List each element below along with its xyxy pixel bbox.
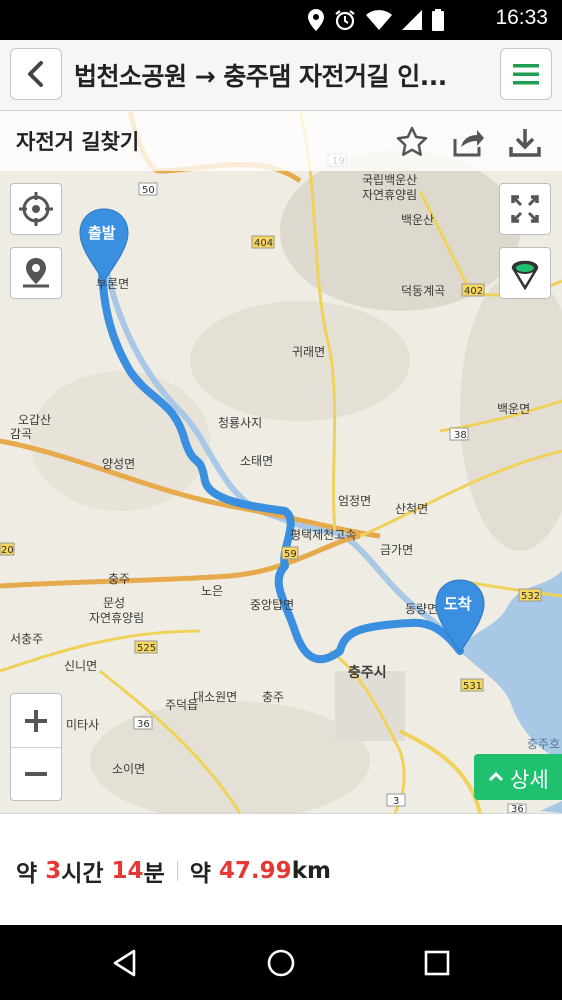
map-label: 문성: [103, 596, 125, 610]
fullscreen-icon: [511, 195, 539, 223]
minutes-unit: 분: [143, 861, 165, 887]
distance-value: 47.99: [218, 858, 292, 884]
chevron-up-icon: [488, 771, 504, 782]
recents-nav-icon[interactable]: [422, 948, 452, 978]
duration-minutes: 14: [111, 858, 144, 884]
map-label: 소이면: [112, 762, 145, 776]
map-label: 충주호: [527, 737, 560, 751]
svg-text:20: 20: [1, 545, 14, 556]
divider: [176, 861, 178, 881]
route-summary: 약 3 시간 14 분 약 47.99 km: [0, 813, 562, 926]
map-label: 오갑산: [18, 413, 51, 427]
duration-prefix: 약: [16, 861, 38, 887]
map-label: 충주: [108, 572, 130, 586]
map-label: 미타사: [66, 718, 99, 732]
map-label: 양성면: [102, 457, 135, 471]
map-label: 감곡: [10, 427, 32, 441]
route-label: 자전거 길찾기: [16, 130, 140, 154]
pin-icon: [23, 258, 49, 288]
map-label: 대소원면: [193, 690, 237, 704]
distance-prefix: 약: [189, 861, 211, 887]
zoom-control: [10, 693, 62, 801]
map-label: 주덕읍: [165, 698, 198, 712]
map-label: 노은: [201, 584, 223, 598]
map-label: 국립백운산: [362, 173, 417, 187]
battery-icon: [432, 9, 444, 31]
hours-unit: 시간: [61, 861, 104, 887]
map-label: 덕동계곡: [401, 284, 445, 298]
svg-text:402: 402: [464, 286, 483, 297]
signal-icon: [402, 10, 422, 30]
map-label: 동량면: [405, 602, 438, 616]
duration-hours: 3: [45, 858, 62, 884]
svg-text:38: 38: [454, 430, 467, 441]
back-nav-icon[interactable]: [110, 948, 140, 978]
menu-button[interactable]: [500, 48, 552, 100]
svg-text:531: 531: [463, 681, 482, 692]
alarm-icon: [335, 10, 355, 31]
page-title: 법천소공원 → 충주댐 자전거길 인...: [74, 62, 447, 91]
back-icon: [28, 61, 43, 87]
locate-button[interactable]: [10, 183, 62, 235]
svg-text:404: 404: [254, 238, 273, 249]
zoom-out-button[interactable]: [11, 748, 61, 801]
status-icons: [308, 8, 444, 32]
title-bar: 법천소공원 → 충주댐 자전거길 인...: [0, 40, 562, 111]
map-label: 자연휴양림: [362, 188, 417, 202]
marker-toggle-button[interactable]: [499, 247, 551, 299]
map-canvas[interactable]: 50 404 19 402 38 532 531 525 36 3 36 20 …: [0, 111, 562, 813]
pin-button[interactable]: [10, 247, 62, 299]
svg-text:525: 525: [137, 643, 156, 654]
download-icon[interactable]: [508, 125, 542, 159]
map-label: 엄정면: [338, 494, 371, 508]
home-nav-icon[interactable]: [266, 948, 296, 978]
svg-text:3: 3: [393, 796, 399, 807]
map-view[interactable]: 50 404 19 402 38 532 531 525 36 3 36 20 …: [0, 111, 562, 813]
detail-button[interactable]: 상세: [474, 754, 562, 800]
marker-icon: [511, 260, 539, 291]
map-label: 충주: [262, 690, 284, 704]
map-label: 신니면: [64, 659, 97, 673]
share-icon[interactable]: [451, 125, 485, 159]
menu-icon: [513, 64, 539, 85]
map-label: 청룡사지: [218, 416, 262, 430]
plus-icon: [25, 710, 47, 732]
map-label: 서충주: [10, 632, 43, 646]
start-marker[interactable]: 출발: [79, 208, 129, 282]
svg-text:36: 36: [137, 719, 150, 730]
map-label: 귀래면: [292, 345, 325, 359]
svg-text:59: 59: [284, 549, 297, 560]
map-label: 중앙탑면: [250, 598, 294, 612]
end-label: 도착: [444, 595, 472, 613]
map-label: 충주시: [348, 665, 387, 681]
map-label: 평택제천고속: [290, 527, 356, 542]
wifi-icon: [366, 10, 392, 30]
svg-text:50: 50: [142, 185, 155, 196]
navigation-bar: [0, 925, 562, 1000]
map-label: 산척면: [395, 502, 428, 516]
back-button[interactable]: [10, 48, 62, 100]
star-icon[interactable]: [395, 125, 429, 159]
minus-icon: [25, 772, 47, 776]
map-label: 백운면: [497, 402, 530, 416]
map-label: 부론면: [96, 277, 129, 291]
svg-text:532: 532: [521, 591, 540, 602]
map-label: 금가면: [380, 543, 413, 557]
status-bar: 16:33: [0, 0, 562, 40]
map-label: 자연휴양림: [89, 611, 144, 625]
svg-text:36: 36: [511, 804, 524, 813]
location-icon: [308, 9, 324, 31]
summary-text: 약 3 시간 14 분 약 47.99 km: [16, 854, 331, 888]
map-label: 소태면: [240, 454, 273, 468]
detail-label: 상세: [510, 768, 549, 792]
locate-icon: [19, 192, 53, 226]
map-label: 백운산: [401, 213, 434, 227]
fullscreen-button[interactable]: [499, 183, 551, 235]
route-header: 자전거 길찾기: [0, 111, 562, 171]
start-label: 출발: [88, 224, 116, 242]
clock: 16:33: [495, 6, 548, 29]
distance-unit: km: [291, 858, 331, 884]
zoom-in-button[interactable]: [11, 694, 61, 748]
